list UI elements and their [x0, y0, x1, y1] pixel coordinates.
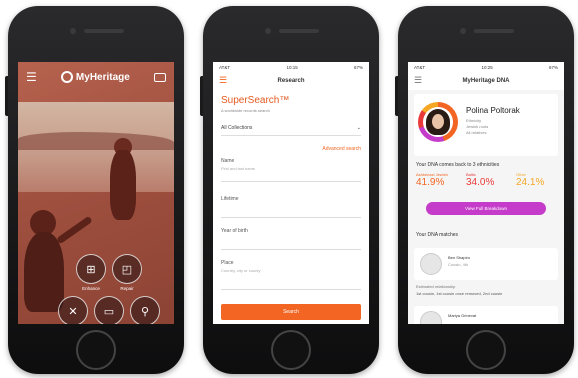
list-item[interactable]: Mariya Grinevat: [414, 306, 558, 324]
status-time: 10:15: [286, 64, 298, 70]
status-carrier: AT&T: [219, 64, 231, 70]
profile-meta: All relatives: [466, 130, 487, 135]
status-bar: AT&T 10:15 67%: [213, 62, 369, 72]
ethnicity-item: Other 24.1%: [516, 172, 560, 188]
color-button[interactable]: ✕: [58, 296, 88, 324]
match-name: Ben Shapiro: [448, 255, 471, 260]
birth-year-field[interactable]: Year of birth: [221, 228, 361, 250]
page-title: Research: [277, 78, 305, 84]
status-time: 10:25: [481, 64, 493, 70]
supersearch-title: SuperSearch™: [221, 95, 290, 106]
logo-icon: [60, 71, 73, 83]
full-breakdown-button[interactable]: View Full Breakdown: [426, 202, 546, 215]
status-carrier: AT&T: [414, 64, 426, 70]
menu-icon[interactable]: ☰: [26, 71, 37, 83]
camera-dot: [460, 28, 466, 34]
enhance-icon: ⊞: [86, 263, 96, 276]
collection-select-value: All Collections: [221, 124, 253, 131]
advanced-search-link[interactable]: Advanced search: [322, 146, 361, 152]
photo-topbar: ☰ MyHeritage: [18, 62, 174, 92]
phone-research: AT&T 10:15 67% ☰ Research SuperSearch™ A…: [200, 6, 379, 374]
camera-dot: [265, 28, 271, 34]
name-placeholder: First and last name: [221, 166, 256, 171]
home-button[interactable]: [76, 330, 116, 370]
profile-meta: Ethnicity: [466, 118, 482, 123]
ethnicity-title: Your DNA comes back to 3 ethnicities: [416, 162, 500, 168]
phone-photo: ☰ MyHeritage ⊞ Enhance ◰ Repair ✕ ▭ ⚲: [5, 6, 184, 374]
ethnicity-value: 41.9%: [416, 177, 445, 188]
lifetime-label: Lifetime: [221, 196, 239, 202]
status-battery: 67%: [548, 64, 558, 70]
photo-screen: ☰ MyHeritage ⊞ Enhance ◰ Repair ✕ ▭ ⚲: [18, 62, 174, 324]
speaker-grille: [84, 29, 124, 33]
photo-child-body: [24, 232, 64, 312]
photo-child-arm: [55, 215, 93, 245]
research-screen: AT&T 10:15 67% ☰ Research SuperSearch™ A…: [213, 62, 369, 324]
ethnicity-value: 34.0%: [466, 177, 495, 188]
photo-shore: [18, 132, 174, 150]
profile-meta: Jewish roots: [466, 124, 489, 129]
home-button[interactable]: [466, 330, 506, 370]
name-field[interactable]: Name First and last name: [221, 158, 361, 182]
animate-icon: ▭: [103, 305, 115, 318]
status-battery: 67%: [353, 64, 363, 70]
place-field[interactable]: Place Country, city or county: [221, 260, 361, 290]
page-title: MyHeritage DNA: [462, 78, 510, 84]
status-bar: AT&T 10:25 67%: [408, 62, 564, 72]
inbox-icon[interactable]: [153, 72, 166, 82]
repair-button[interactable]: ◰: [112, 254, 142, 284]
lifetime-field[interactable]: Lifetime: [221, 196, 361, 218]
avatar-face: [432, 114, 444, 129]
list-item[interactable]: Ben Shapiro Cousin, 4th: [414, 248, 558, 280]
repair-icon: ◰: [121, 263, 133, 276]
ethnicity-value: 24.1%: [516, 177, 545, 188]
birth-year-label: Year of birth: [221, 228, 248, 234]
dna-screen: AT&T 10:25 67% ☰ MyHeritage DNA Polina P…: [408, 62, 564, 324]
ethnicity-item: Ashkenazi Jewish 41.9%: [416, 172, 460, 188]
place-label: Place: [221, 260, 234, 266]
animate-button[interactable]: ▭: [94, 296, 124, 324]
collection-select[interactable]: All Collections ⌄: [221, 120, 361, 136]
place-placeholder: Country, city or county: [221, 268, 261, 273]
menu-icon[interactable]: ☰: [414, 76, 422, 85]
supersearch-subtitle: A worldwide records search: [221, 108, 270, 113]
search-submit-button[interactable]: Search: [221, 304, 361, 320]
home-button[interactable]: [271, 330, 311, 370]
avatar: [423, 107, 453, 137]
app-logo-text: MyHeritage: [75, 71, 130, 83]
camera-dot: [70, 28, 76, 34]
avatar: [420, 311, 442, 324]
relationship-label: Estimated relationship: [416, 284, 456, 289]
profile-name: Polina Poltorak: [466, 106, 520, 115]
phone-dna: AT&T 10:25 67% ☰ MyHeritage DNA Polina P…: [395, 6, 574, 374]
enhance-button[interactable]: ⊞: [76, 254, 106, 284]
repair-label: Repair: [120, 286, 134, 291]
match-name: Mariya Grinevat: [448, 313, 477, 318]
search-icon: ⚲: [140, 305, 150, 318]
research-nav: ☰ Research: [213, 72, 369, 90]
photo-child-body: [110, 150, 136, 220]
avatar: [420, 253, 442, 275]
menu-icon[interactable]: ☰: [219, 76, 227, 85]
name-label: Name: [221, 158, 235, 164]
search-button[interactable]: ⚲: [130, 296, 160, 324]
ethnicity-item: Baltic 34.0%: [466, 172, 510, 188]
enhance-label: Enhance: [82, 286, 100, 291]
chevron-down-icon: ⌄: [356, 124, 361, 131]
speaker-grille: [474, 29, 514, 33]
relationship-value: 1st cousin, 1st cousin once removed, 2nd…: [416, 291, 503, 296]
color-icon: ✕: [68, 305, 78, 318]
match-subtitle: Cousin, 4th: [448, 262, 469, 267]
dna-nav: ☰ MyHeritage DNA: [408, 72, 564, 90]
app-logo: MyHeritage: [60, 71, 130, 83]
speaker-grille: [279, 29, 319, 33]
matches-title: Your DNA matches: [416, 232, 459, 238]
